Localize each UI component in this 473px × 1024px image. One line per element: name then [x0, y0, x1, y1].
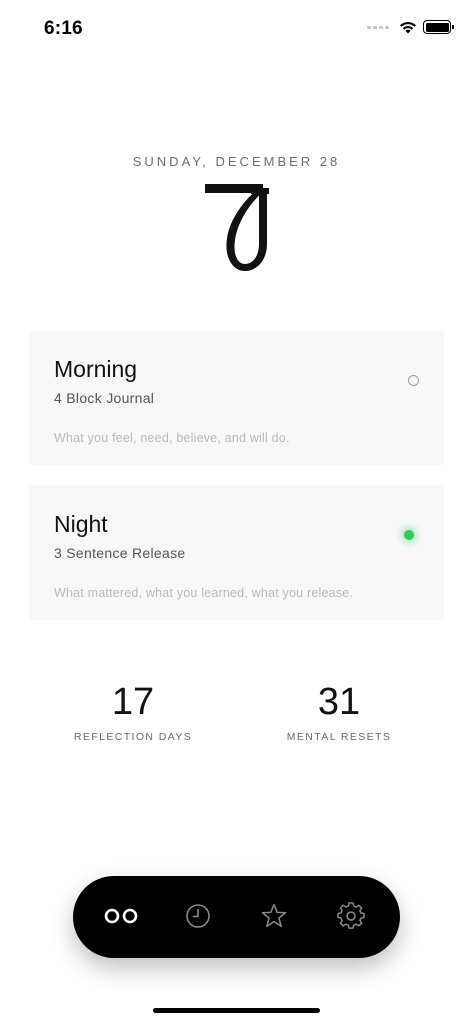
date-label: SUNDAY, DECEMBER 28 — [132, 154, 341, 169]
mental-resets-value: 31 — [317, 681, 361, 723]
morning-journal-card[interactable]: Morning 4 Block Journal What you feel, n… — [29, 330, 444, 465]
tab-bar — [73, 876, 400, 958]
night-card-subtitle: 3 Sentence Release — [54, 545, 186, 561]
status-icons — [367, 20, 454, 34]
gear-icon — [337, 902, 365, 929]
home-indicator[interactable] — [153, 1008, 320, 1013]
tab-history[interactable] — [178, 896, 218, 936]
star-icon — [261, 903, 287, 928]
morning-card-subtitle: 4 Block Journal — [54, 390, 155, 406]
mental-resets-label: MENTAL RESETS — [286, 731, 392, 743]
reflection-days-label: REFLECTION DAYS — [73, 731, 193, 743]
night-card-description: What mattered, what you learned, what yo… — [54, 586, 354, 600]
battery-icon — [423, 20, 454, 34]
reflection-days-stat: 17 REFLECTION DAYS — [33, 680, 233, 743]
night-card-title: Night — [54, 511, 108, 537]
tab-settings[interactable] — [331, 896, 371, 936]
status-time: 6:16 — [44, 18, 83, 39]
journal-home-screen: 6:16 SUNDAY, DECEMBER 28 Morning 4 Block… — [0, 0, 473, 1024]
tab-favorites[interactable] — [254, 896, 294, 936]
night-journal-card[interactable]: Night 3 Sentence Release What mattered, … — [29, 485, 444, 620]
morning-card-title: Morning — [54, 356, 138, 382]
brand-monogram-icon — [205, 184, 269, 271]
clock-icon — [186, 904, 210, 928]
double-circle-icon — [104, 908, 138, 924]
mental-resets-stat: 31 MENTAL RESETS — [239, 680, 439, 743]
status-bar: 6:16 — [0, 0, 473, 52]
wifi-icon — [400, 21, 416, 33]
tab-home[interactable] — [101, 896, 141, 936]
incomplete-status-icon — [408, 375, 419, 386]
cellular-signal-icon — [367, 25, 389, 29]
complete-status-icon — [404, 530, 414, 540]
morning-card-description: What you feel, need, believe, and will d… — [54, 431, 290, 445]
reflection-days-value: 17 — [111, 681, 155, 723]
